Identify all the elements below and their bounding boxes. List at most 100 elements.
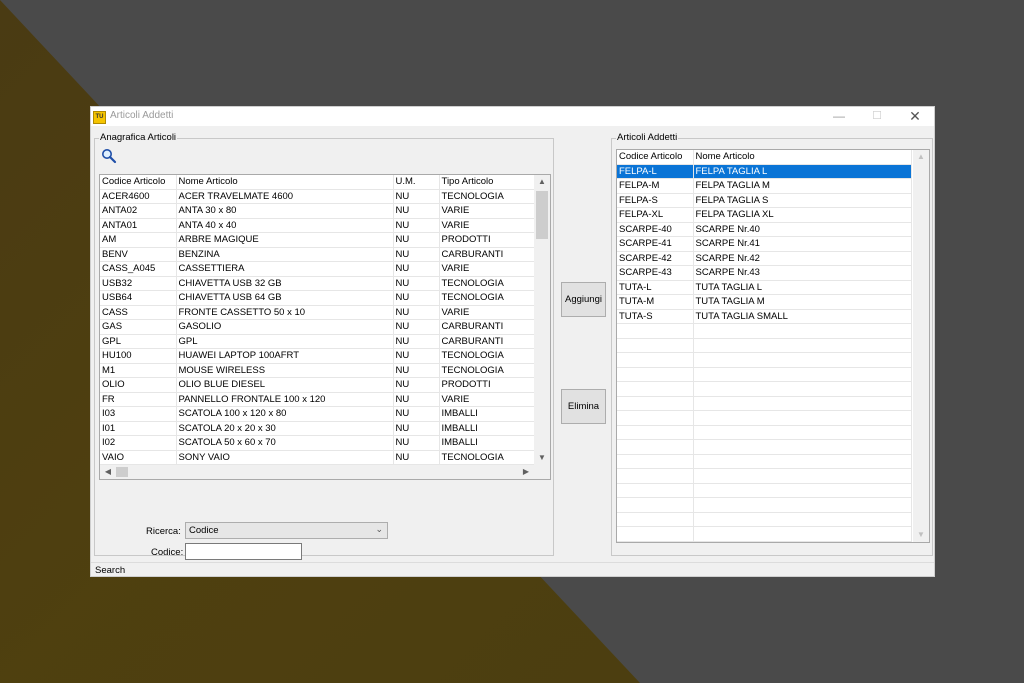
vertical-scrollbar[interactable]: ▲ ▼ [534, 175, 550, 465]
empty-row [617, 381, 912, 397]
cell-codice: TUTA-M [617, 294, 694, 310]
table-row[interactable]: TUTA-S TUTA TAGLIA SMALL [617, 309, 912, 324]
cell-nome [693, 323, 912, 339]
cell-nome: SCATOLA 20 x 20 x 30 [176, 421, 394, 436]
cell-tipo: IMBALLI [439, 421, 535, 436]
codice-input[interactable] [185, 543, 302, 560]
window-title: Articoli Addetti [110, 110, 174, 121]
cell-nome [693, 483, 912, 498]
table-row[interactable]: SCARPE-42 SCARPE Nr.42 [617, 251, 912, 266]
search-icon[interactable] [101, 148, 117, 164]
table-row[interactable]: SCARPE-40 SCARPE Nr.40 [617, 222, 912, 237]
cell-um: NU [393, 305, 440, 320]
cell-codice [617, 352, 694, 368]
table-row[interactable]: SCARPE-41 SCARPE Nr.41 [617, 236, 912, 252]
scroll-up-icon[interactable]: ▲ [913, 150, 929, 164]
cell-codice [617, 512, 694, 527]
cell-um: NU [393, 421, 440, 436]
search-type-select[interactable]: Codice ⌄ [185, 522, 388, 539]
status-text: Search [95, 565, 126, 576]
table-row[interactable]: FELPA-M FELPA TAGLIA M [617, 178, 912, 194]
scroll-down-icon[interactable]: ▼ [913, 528, 929, 542]
cell-tipo: TECNOLOGIA [439, 363, 535, 378]
table-row[interactable]: FELPA-L FELPA TAGLIA L [617, 164, 912, 179]
empty-row [617, 497, 912, 513]
table-row[interactable]: ACER4600 ACER TRAVELMATE 4600 NU TECNOLOGIA [100, 189, 535, 204]
scroll-right-icon[interactable]: ▶ [518, 465, 534, 479]
column-header-nome[interactable]: Nome Articolo [693, 150, 912, 165]
table-row[interactable]: USB64 CHIAVETTA USB 64 GB NU TECNOLOGIA [100, 290, 535, 306]
empty-row [617, 410, 912, 426]
cell-nome: ANTA 40 x 40 [176, 218, 394, 233]
table-row[interactable]: AM ARBRE MAGIQUE NU PRODOTTI [100, 232, 535, 248]
anagrafica-articoli-group: Anagrafica Articoli Codice Articolo Nome… [94, 132, 554, 560]
table-row[interactable]: SCARPE-43 SCARPE Nr.43 [617, 265, 912, 281]
table-row[interactable]: OLIO OLIO BLUE DIESEL NU PRODOTTI [100, 377, 535, 393]
table-row[interactable]: FELPA-XL FELPA TAGLIA XL [617, 207, 912, 223]
cell-codice: I01 [100, 421, 177, 436]
assigned-articles-list[interactable]: Codice Articolo Nome Articolo FELPA-L FEL… [616, 149, 930, 543]
scroll-down-icon[interactable]: ▼ [534, 451, 550, 465]
cell-tipo: CARBURANTI [439, 334, 535, 349]
title-bar[interactable]: TU Articoli Addetti — ☐ ✕ [91, 107, 934, 126]
table-row[interactable]: M1 MOUSE WIRELESS NU TECNOLOGIA [100, 363, 535, 378]
cell-nome: TUTA TAGLIA L [693, 280, 912, 295]
scroll-up-icon[interactable]: ▲ [534, 175, 550, 189]
column-header-codice[interactable]: Codice Articolo [100, 175, 177, 190]
table-row[interactable]: BENV BENZINA NU CARBURANTI [100, 247, 535, 262]
table-row[interactable]: CASS_A045 CASSETTIERA NU VARIE [100, 261, 535, 277]
table-row[interactable]: ANTA02 ANTA 30 x 80 NU VARIE [100, 203, 535, 219]
aggiungi-button[interactable]: Aggiungi [561, 282, 606, 317]
maximize-icon[interactable]: ☐ [858, 107, 896, 126]
cell-codice [617, 396, 694, 411]
empty-row [617, 367, 912, 382]
table-row[interactable]: USB32 CHIAVETTA USB 32 GB NU TECNOLOGIA [100, 276, 535, 291]
cell-tipo: TECNOLOGIA [439, 290, 535, 306]
elimina-button[interactable]: Elimina [561, 389, 606, 424]
horizontal-scroll-thumb[interactable] [116, 467, 128, 477]
cell-codice: SCARPE-42 [617, 251, 694, 266]
search-type-value: Codice [189, 525, 219, 536]
cell-codice: SCARPE-41 [617, 236, 694, 252]
cell-um: NU [393, 406, 440, 422]
cell-tipo: VARIE [439, 261, 535, 277]
table-row[interactable]: VAIO SONY VAIO NU TECNOLOGIA [100, 450, 535, 465]
cell-nome [693, 352, 912, 368]
cell-nome: ACER TRAVELMATE 4600 [176, 189, 394, 204]
cell-nome [693, 512, 912, 527]
cell-nome: TUTA TAGLIA SMALL [693, 309, 912, 324]
vertical-scrollbar[interactable]: ▲ ▼ [913, 150, 929, 542]
table-row[interactable]: FR PANNELLO FRONTALE 100 x 120 NU VARIE [100, 392, 535, 407]
column-header-um[interactable]: U.M. [393, 175, 440, 190]
table-row[interactable]: I01 SCATOLA 20 x 20 x 30 NU IMBALLI [100, 421, 535, 436]
table-row[interactable]: TUTA-L TUTA TAGLIA L [617, 280, 912, 295]
column-header-codice[interactable]: Codice Articolo [617, 150, 694, 165]
articles-list[interactable]: Codice Articolo Nome Articolo U.M. Tipo … [99, 174, 551, 480]
cell-nome: SCATOLA 50 x 60 x 70 [176, 435, 394, 451]
cell-nome [693, 526, 912, 542]
assigned-header-row: Codice Articolo Nome Articolo [617, 150, 912, 165]
cell-nome: OLIO BLUE DIESEL [176, 377, 394, 393]
scroll-left-icon[interactable]: ◀ [100, 465, 116, 479]
table-row[interactable]: GPL GPL NU CARBURANTI [100, 334, 535, 349]
minimize-icon[interactable]: — [820, 107, 858, 126]
close-icon[interactable]: ✕ [896, 107, 934, 126]
table-row[interactable]: I02 SCATOLA 50 x 60 x 70 NU IMBALLI [100, 435, 535, 451]
scroll-thumb[interactable] [536, 191, 548, 239]
articles-table: Codice Articolo Nome Articolo U.M. Tipo … [100, 175, 535, 465]
column-header-tipo[interactable]: Tipo Articolo [439, 175, 535, 190]
cell-nome [693, 497, 912, 513]
horizontal-scrollbar[interactable]: ◀ ▶ [100, 465, 550, 479]
cell-tipo: IMBALLI [439, 435, 535, 451]
articles-header-row: Codice Articolo Nome Articolo U.M. Tipo … [100, 175, 535, 190]
table-row[interactable]: CASS FRONTE CASSETTO 50 x 10 NU VARIE [100, 305, 535, 320]
table-row[interactable]: I03 SCATOLA 100 x 120 x 80 NU IMBALLI [100, 406, 535, 422]
table-row[interactable]: FELPA-S FELPA TAGLIA S [617, 193, 912, 208]
table-row[interactable]: TUTA-M TUTA TAGLIA M [617, 294, 912, 310]
cell-codice [617, 367, 694, 382]
table-row[interactable]: GAS GASOLIO NU CARBURANTI [100, 319, 535, 335]
cell-tipo: CARBURANTI [439, 247, 535, 262]
table-row[interactable]: HU100 HUAWEI LAPTOP 100AFRT NU TECNOLOGIA [100, 348, 535, 364]
column-header-nome[interactable]: Nome Articolo [176, 175, 394, 190]
table-row[interactable]: ANTA01 ANTA 40 x 40 NU VARIE [100, 218, 535, 233]
